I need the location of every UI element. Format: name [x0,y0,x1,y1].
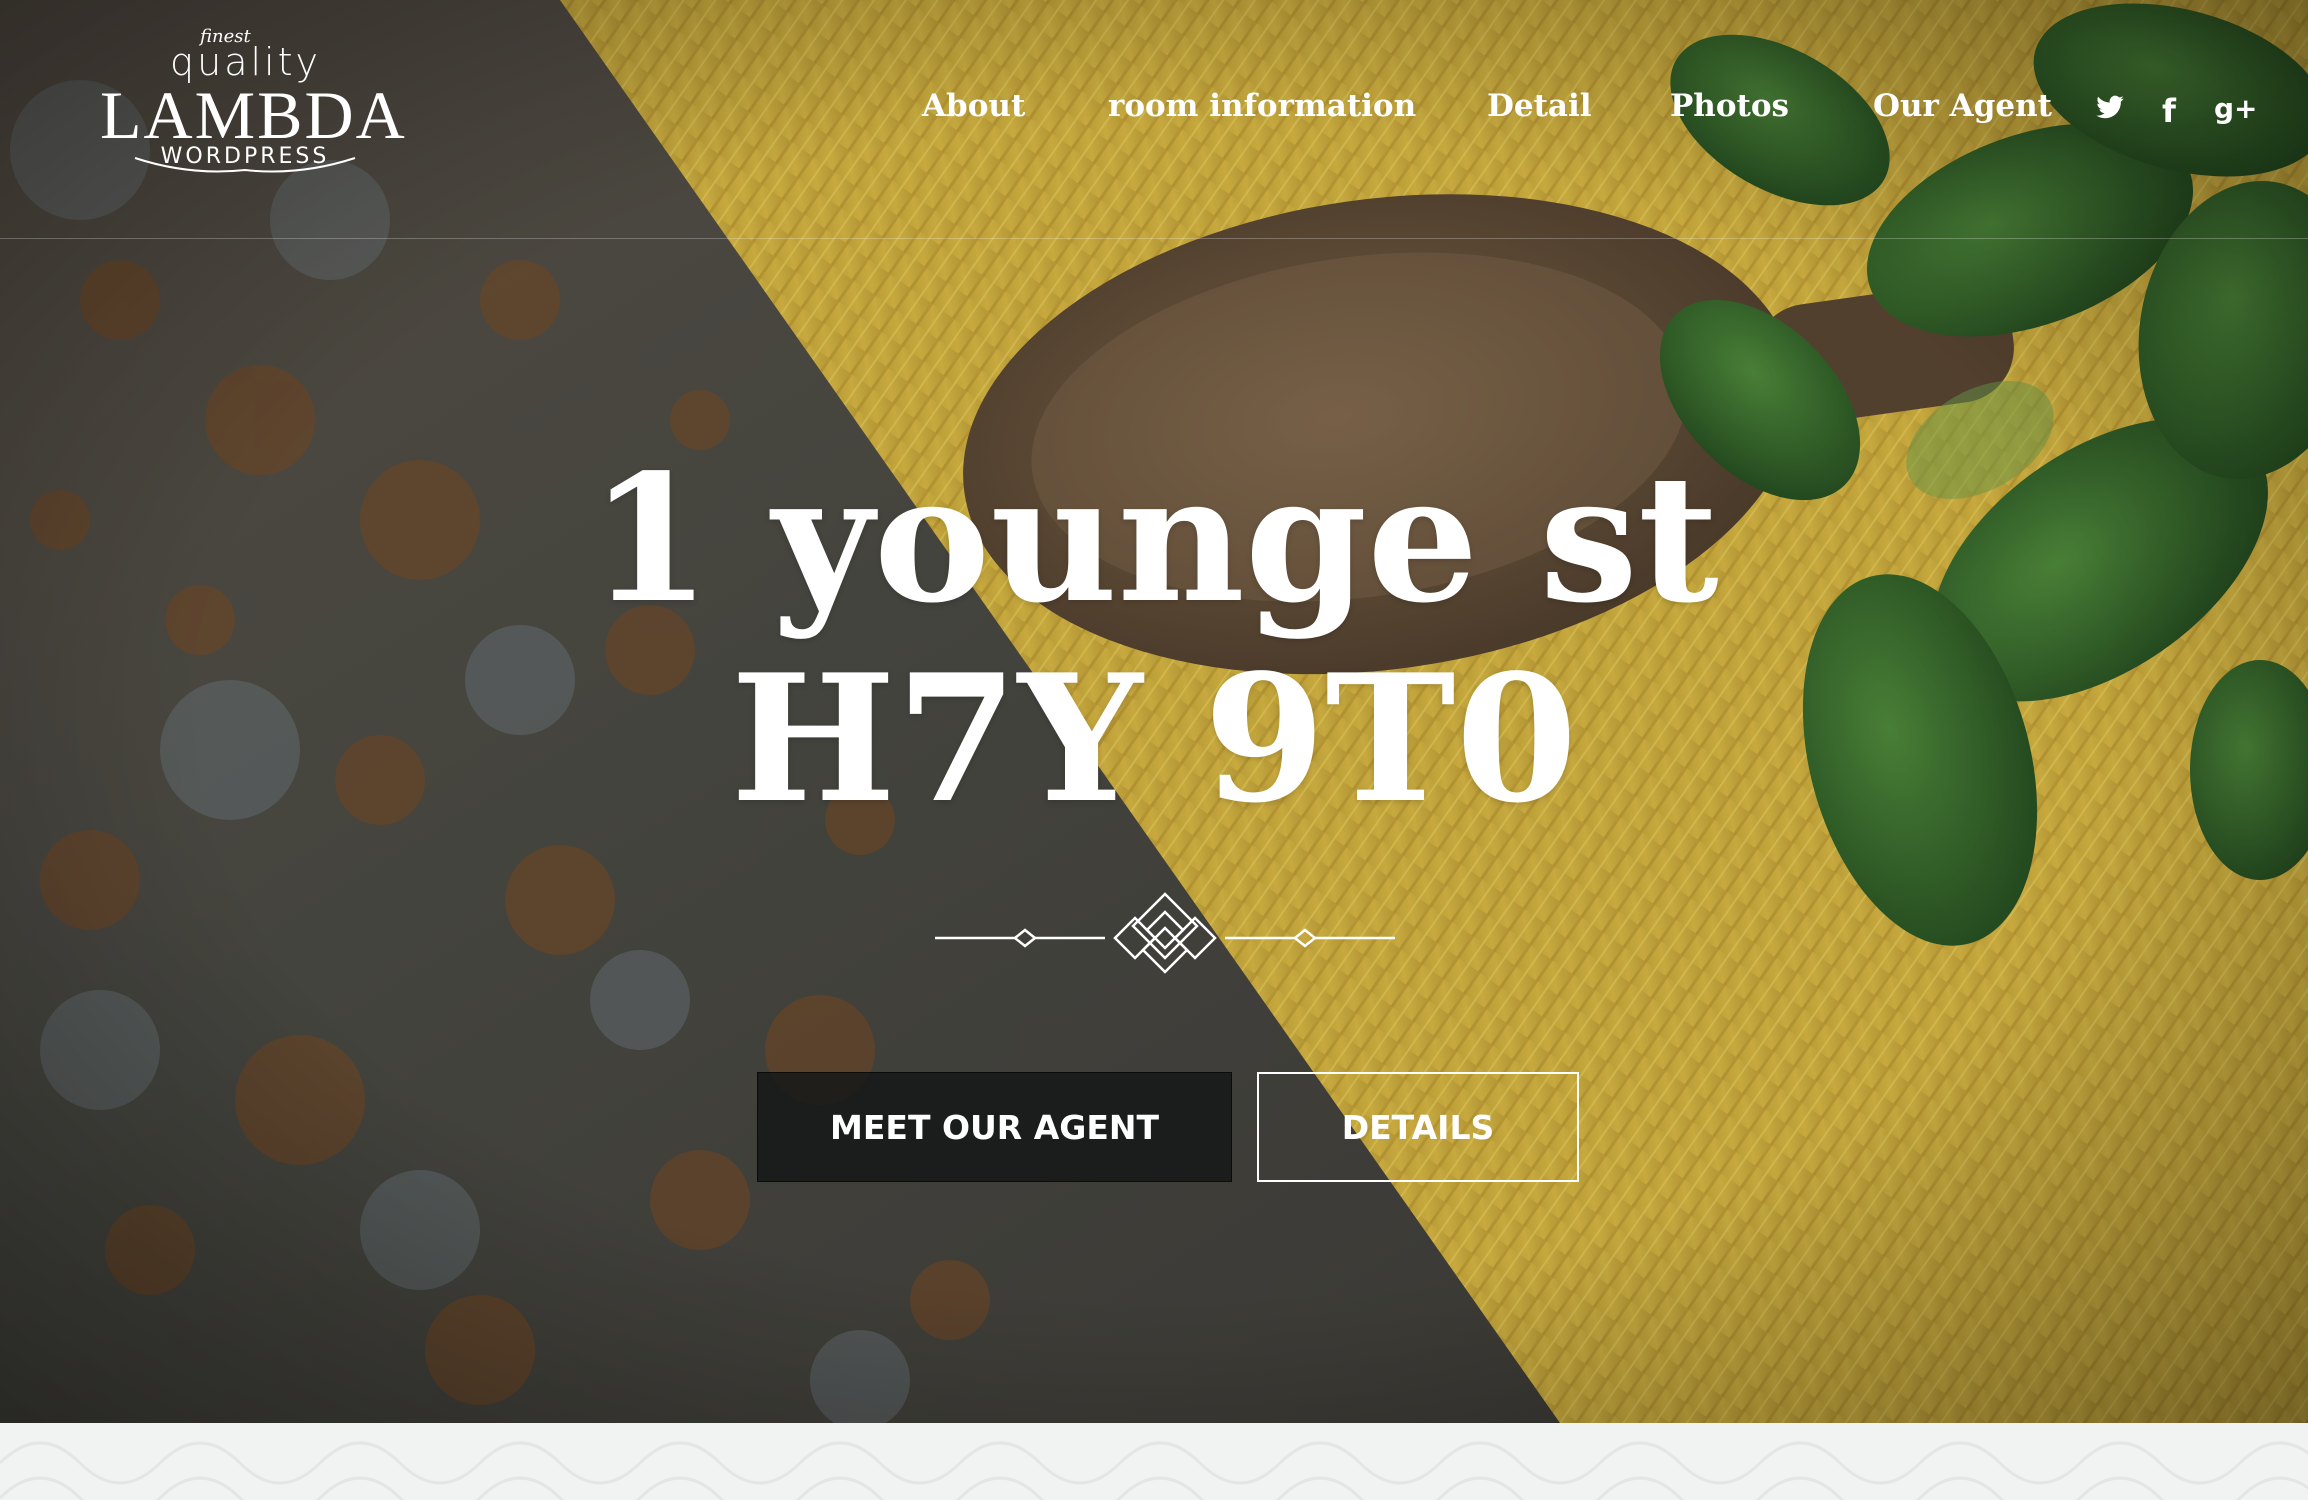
nav-item-our-agent[interactable]: Our Agent [1873,88,2052,124]
details-button[interactable]: DETAILS [1257,1072,1579,1182]
site-header: finest quality LAMBDA WORDPRESS About ro… [0,0,2308,239]
nav-item-about[interactable]: About [922,88,1025,124]
wave-pattern-icon [0,1441,2308,1500]
google-plus-icon[interactable]: g+ [2214,92,2258,132]
main-nav: About room information Detail Photos Our… [0,88,2308,138]
nav-item-room-information[interactable]: room information [1108,88,1416,124]
hero-title-line1: 1 younge st [589,437,1719,642]
meet-our-agent-button[interactable]: MEET OUR AGENT [757,1072,1232,1182]
twitter-icon[interactable] [2094,92,2134,132]
ornament-divider-icon [935,888,1395,988]
hero-title: 1 younge st H7Y 9T0 [0,440,2308,840]
next-section-pattern [0,1423,2308,1500]
hero-title-line2: H7Y 9T0 [730,637,1578,842]
facebook-icon[interactable]: f [2162,92,2202,132]
hero-section: finest quality LAMBDA WORDPRESS About ro… [0,0,2308,1423]
nav-item-photos[interactable]: Photos [1670,88,1789,124]
logo-swash-icon [134,157,356,173]
nav-item-detail[interactable]: Detail [1487,88,1592,124]
